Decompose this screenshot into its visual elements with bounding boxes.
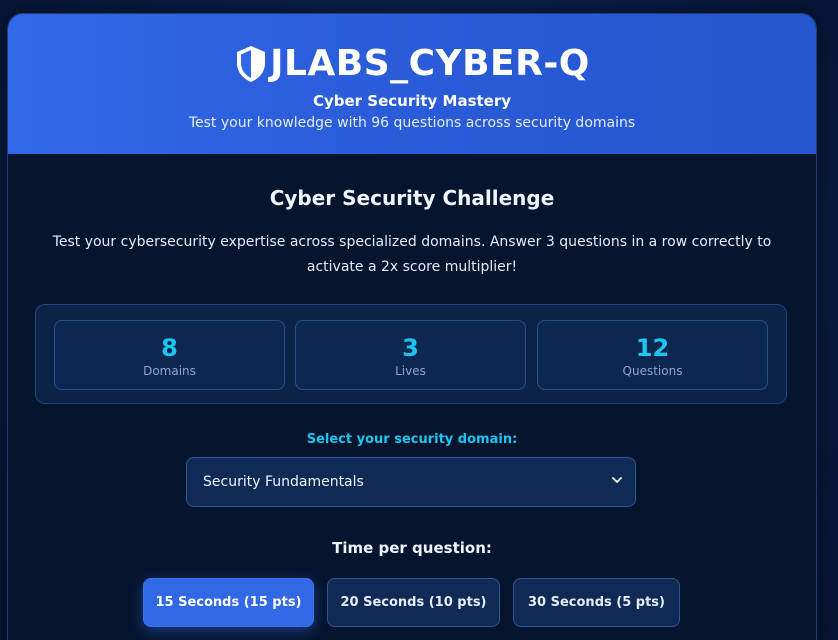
stat-value: 12 <box>635 334 670 362</box>
time-option-label: 20 Seconds (10 pts) <box>340 595 487 610</box>
time-30-button[interactable]: 30 Seconds (5 pts) <box>513 578 680 627</box>
challenge-description: Test your cybersecurity expertise across… <box>52 234 772 275</box>
time-label: Time per question: <box>332 539 492 557</box>
app-subtitle: Cyber Security Mastery <box>312 92 512 110</box>
time-option-label: 15 Seconds (15 pts) <box>155 595 302 610</box>
domain-select-value: Security Fundamentals <box>203 474 364 490</box>
app-title: JLABS_CYBER-Q <box>270 43 590 84</box>
time-option-label: 30 Seconds (5 pts) <box>528 595 665 610</box>
domain-select[interactable]: Security Fundamentals <box>186 457 636 507</box>
chevron-down-icon <box>611 474 623 490</box>
stat-label: Lives <box>395 364 426 378</box>
time-20-button[interactable]: 20 Seconds (10 pts) <box>327 578 500 627</box>
stat-questions: 12 Questions <box>537 320 768 390</box>
stats-panel: 8 Domains 3 Lives 12 Questions <box>35 304 787 404</box>
main-content: Cyber Security Challenge Test your cyber… <box>8 154 816 640</box>
challenge-title: Cyber Security Challenge <box>269 186 555 210</box>
stat-value: 3 <box>402 334 419 362</box>
app-tagline: Test your knowledge with 96 questions ac… <box>188 115 636 131</box>
header: JLABS_CYBER-Q Cyber Security Mastery Tes… <box>8 14 816 154</box>
time-15-button[interactable]: 15 Seconds (15 pts) <box>143 578 314 627</box>
domain-select-label: Select your security domain: <box>306 432 518 447</box>
stat-value: 8 <box>161 334 178 362</box>
quiz-card: JLABS_CYBER-Q Cyber Security Mastery Tes… <box>7 13 817 640</box>
stat-lives: 3 Lives <box>295 320 526 390</box>
stat-domains: 8 Domains <box>54 320 285 390</box>
stat-label: Domains <box>143 364 196 378</box>
shield-icon <box>234 44 268 84</box>
stat-label: Questions <box>622 364 683 378</box>
brand: JLABS_CYBER-Q <box>8 42 816 86</box>
